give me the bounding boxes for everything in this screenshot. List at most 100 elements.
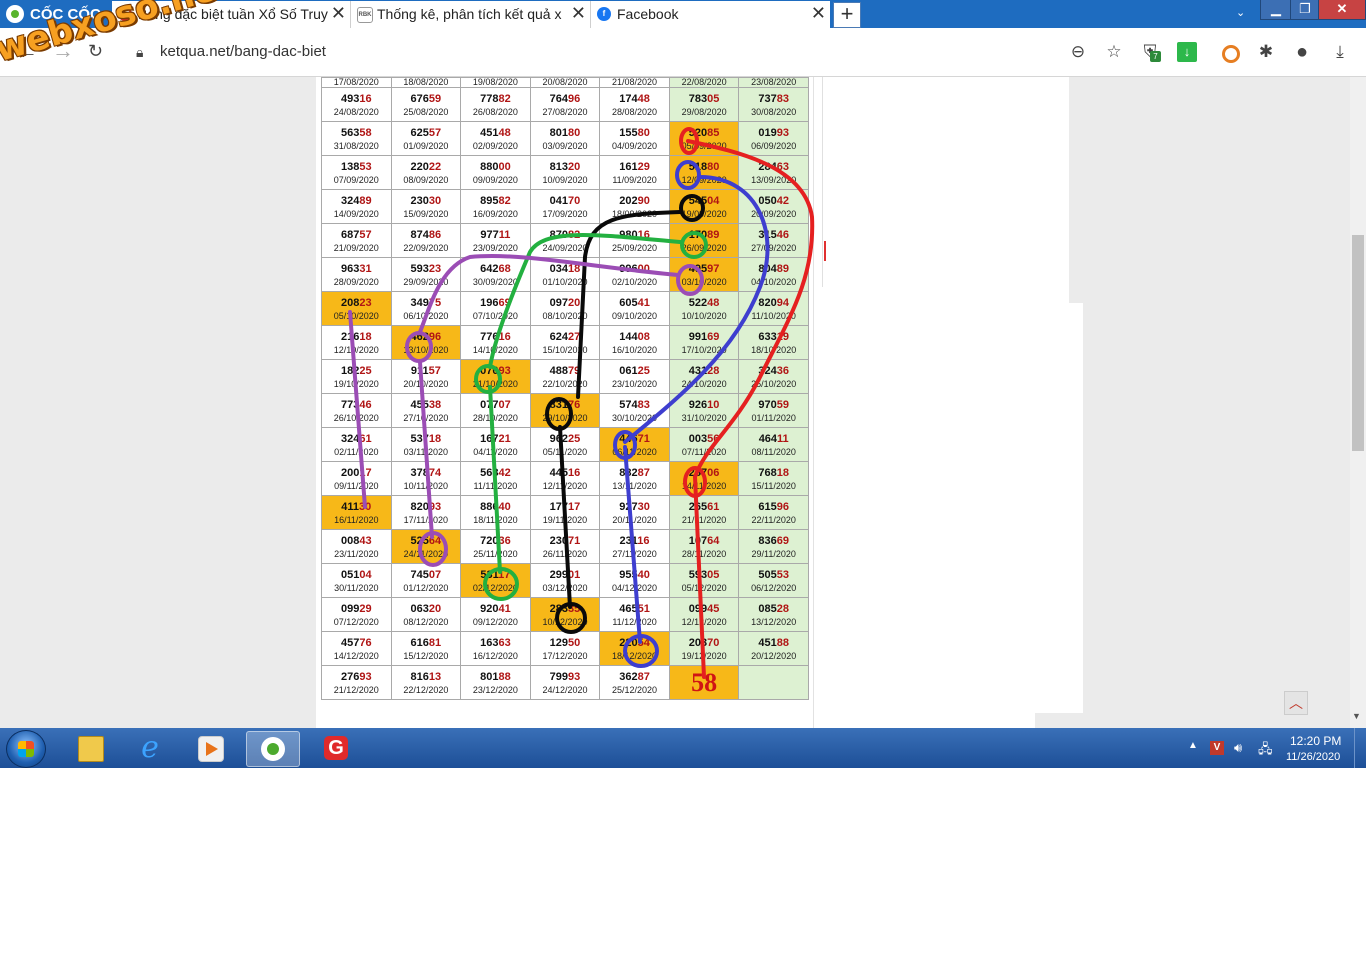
prize-number: 44671	[619, 432, 650, 445]
start-button[interactable]	[6, 730, 46, 768]
prize-number: 43128	[688, 364, 720, 377]
tab-facebook[interactable]: f Facebook ✕	[590, 1, 830, 28]
table-cell: 17/08/2020	[321, 77, 392, 88]
prize-number: 79993	[549, 670, 581, 683]
table-cell: 15580 04/09/2020	[599, 121, 670, 156]
draw-date: 11/12/2020	[612, 616, 657, 627]
table-cell: 83669 29/11/2020	[738, 529, 809, 564]
table-cell: 73783 30/08/2020	[738, 87, 809, 122]
draw-date: 03/09/2020	[542, 140, 588, 151]
unikey-tray-icon[interactable]: V	[1210, 741, 1224, 755]
prize-number: 20370	[688, 636, 720, 649]
draw-date: 11/10/2020	[751, 310, 796, 321]
table-cell: 44516 12/11/2020	[529, 461, 601, 496]
sidebar-marker	[824, 241, 826, 261]
media-player-icon	[198, 736, 224, 762]
draw-date: 12/11/2020	[542, 480, 588, 491]
draw-date: 23/12/2020	[472, 684, 518, 695]
draw-date: 08/11/2020	[751, 446, 796, 457]
taskbar-internet-explorer[interactable]: e	[124, 731, 176, 765]
table-cell: 03418 01/10/2020	[529, 257, 601, 292]
tab-thong-ke[interactable]: RBK Thống kê, phân tích kết quả x ✕	[350, 1, 590, 28]
table-cell: 59323 29/09/2020	[390, 257, 462, 292]
taskbar-explorer[interactable]	[64, 731, 116, 765]
prize-number: 76496	[549, 92, 581, 105]
maximize-button[interactable]: ❐	[1290, 0, 1320, 20]
table-cell: 74507 01/12/2020	[390, 563, 462, 598]
draw-date: 28/08/2020	[612, 106, 658, 117]
clock-date[interactable]: 11/26/2020	[1286, 751, 1340, 763]
draw-date: 25/08/2020	[403, 106, 449, 117]
scrollbar-thumb[interactable]	[1352, 235, 1364, 451]
table-cell: 59305 05/12/2020	[668, 563, 740, 598]
table-row: 17/08/2020 18/08/2020 19/08/2020 20/08/2020…	[321, 77, 809, 88]
table-cell: 06125 23/10/2020	[599, 359, 670, 394]
draw-date: 30/08/2020	[751, 106, 797, 117]
network-icon[interactable]: 🖧︎	[1258, 740, 1273, 762]
clock-time[interactable]: 12:20 PM	[1290, 734, 1341, 748]
shield-extension-icon[interactable]: ⛨7	[1140, 42, 1161, 62]
bookmark-star-icon[interactable]: ☆	[1104, 42, 1124, 62]
draw-date: 24/11/2020	[403, 548, 449, 559]
table-cell: 07707 28/10/2020	[460, 393, 531, 428]
puzzle-extensions-icon[interactable]: ✱	[1256, 42, 1276, 62]
show-desktop-button[interactable]	[1354, 728, 1366, 768]
prize-number: 19669	[480, 296, 511, 309]
prize-number: 09720	[549, 296, 581, 309]
prize-number: 73783	[758, 92, 789, 105]
prize-number: 92610	[688, 398, 720, 411]
taskbar-garena[interactable]: G	[310, 731, 362, 765]
draw-date: 28/11/2020	[681, 548, 727, 559]
draw-date: 22/08/2020	[681, 77, 727, 87]
taskbar-media-player[interactable]	[184, 731, 236, 765]
table-cell: 20/08/2020	[529, 77, 601, 88]
scroll-to-top-button[interactable]: ︿	[1284, 691, 1308, 715]
close-tab-icon[interactable]: ✕	[331, 3, 346, 24]
draw-date: 24/12/2020	[542, 684, 588, 695]
tab-search-icon[interactable]: ⌄	[1236, 6, 1245, 19]
profile-avatar-icon[interactable]: ●	[1292, 42, 1312, 62]
draw-date: 26/09/2020	[681, 242, 727, 253]
table-cell: 09720 08/10/2020	[529, 291, 601, 326]
table-cell: 88287 13/11/2020	[599, 461, 670, 496]
download-extension-icon[interactable]: ↓	[1177, 42, 1197, 62]
zoom-out-icon[interactable]: ⊖	[1068, 42, 1088, 62]
volume-icon[interactable]: 🔊︎	[1234, 740, 1242, 756]
prize-number: 77882	[480, 92, 511, 105]
address-bar[interactable]: ketqua.net/bang-dac-biet	[160, 43, 326, 60]
prize-number: 95540	[619, 568, 650, 581]
draw-date: 09/11/2020	[334, 480, 379, 491]
draw-date: 04/10/2020	[751, 276, 797, 287]
tray-overflow-icon[interactable]: ▲	[1188, 740, 1198, 751]
draw-date: 07/10/2020	[472, 310, 518, 321]
draw-date: 12/09/2020	[681, 174, 727, 185]
table-row: 13853 07/09/2020 22022 08/09/2020 88000 09/09…	[321, 155, 809, 190]
draw-date: 29/10/2020	[542, 412, 588, 423]
prize-number: 37874	[410, 466, 442, 479]
close-tab-icon[interactable]: ✕	[811, 3, 826, 24]
table-cell: 00843 23/11/2020	[321, 529, 392, 564]
new-tab-button[interactable]: +	[833, 2, 861, 28]
taskbar-coccoc[interactable]	[246, 731, 300, 767]
table-cell: 22022 08/09/2020	[390, 155, 462, 190]
downloads-icon[interactable]: ⤓	[1330, 42, 1350, 62]
draw-date: 10/09/2020	[542, 174, 588, 185]
close-window-button[interactable]: ✕	[1318, 0, 1366, 20]
draw-date: 01/09/2020	[403, 140, 449, 151]
table-cell: 98016 25/09/2020	[599, 223, 670, 258]
table-cell: 91157 20/10/2020	[390, 359, 462, 394]
minimize-button[interactable]: ▁	[1260, 0, 1292, 20]
coccoc-extension-icon[interactable]	[1222, 45, 1240, 63]
lock-icon[interactable]: 🔒︎	[136, 44, 143, 61]
close-tab-icon[interactable]: ✕	[571, 3, 586, 24]
table-cell: 61681 15/12/2020	[390, 631, 462, 666]
draw-date: 24/08/2020	[333, 106, 379, 117]
scroll-down-arrow-icon[interactable]: ▼	[1352, 711, 1361, 721]
draw-date: 25/10/2020	[751, 378, 797, 389]
table-row: 09929 07/12/2020 06320 08/12/2020 92041 09/12…	[321, 597, 809, 632]
prize-number: 28706	[688, 466, 720, 479]
draw-date: 18/10/2020	[751, 344, 797, 355]
prize-number: 01993	[758, 126, 789, 139]
table-cell: 89582 16/09/2020	[460, 189, 531, 224]
prize-number: 82093	[410, 500, 442, 513]
